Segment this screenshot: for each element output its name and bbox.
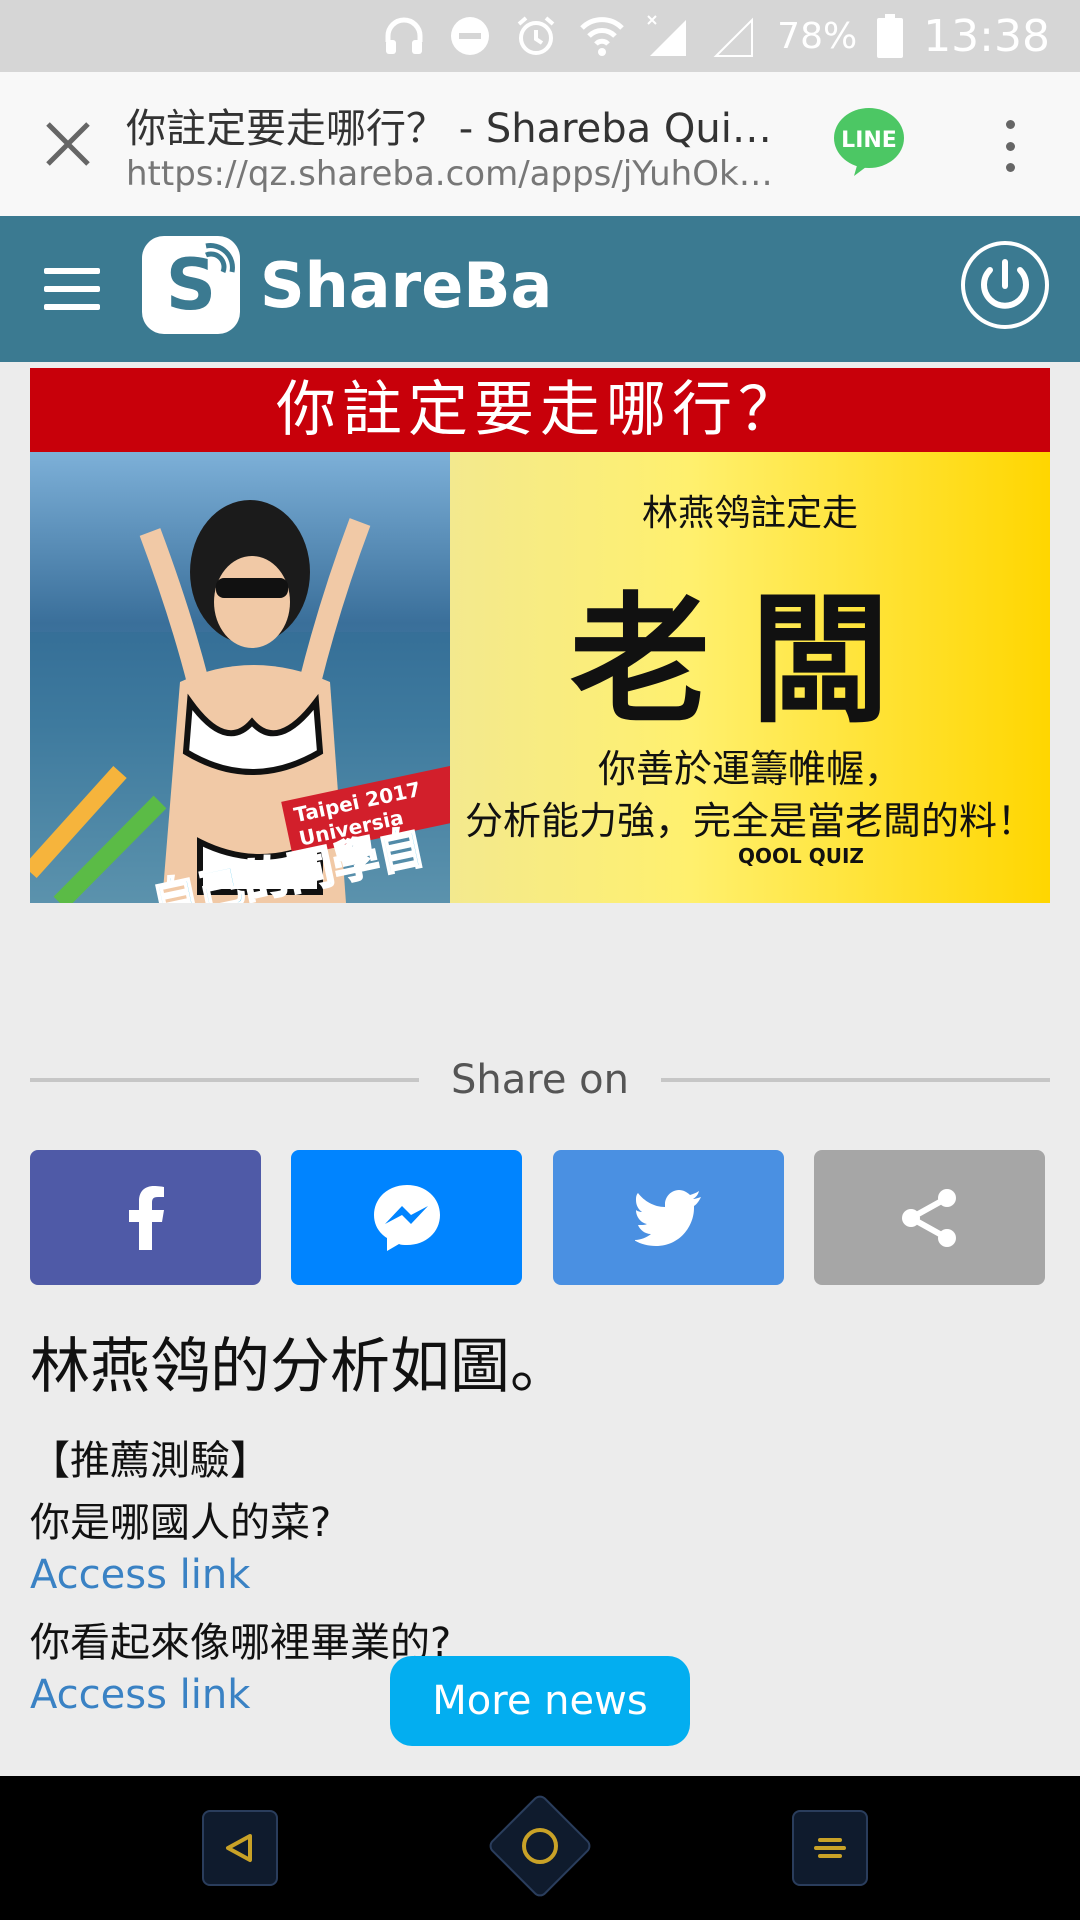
battery-icon — [877, 13, 904, 59]
status-bar: 78% 13:38 — [0, 0, 1080, 72]
recommended-quiz-1-title: 你是哪國人的菜? — [30, 1500, 332, 1546]
recommended-quiz-2-title: 你看起來像哪裡畢業的? — [30, 1620, 452, 1666]
recommended-heading: 【推薦測驗】 — [30, 1438, 270, 1484]
beach-photo: Taipei 2017 Universia 自己的同學自己拉 — [30, 452, 470, 903]
result-description-line2: 分析能力強，完全是當老闆的料！ — [464, 799, 1035, 843]
power-icon[interactable] — [960, 240, 1050, 334]
facebook-share-button[interactable] — [30, 1150, 261, 1285]
shareba-logo[interactable]: S ShareBa — [142, 236, 552, 334]
quiz-brand: QOOL QUIZ — [738, 844, 864, 868]
more-news-button[interactable]: More news — [390, 1656, 690, 1746]
result-panel: 林燕鸰註定走 老闆 你善於運籌帷幄， 分析能力強，完全是當老闆的料！ QOOL … — [450, 452, 1050, 903]
more-options-icon[interactable] — [990, 116, 1030, 176]
facebook-icon — [128, 1185, 164, 1250]
result-title: 老闆 — [569, 579, 930, 743]
quiz-result-image: 你註定要走哪行？ Taipei 2017 Universia 自己的同學自己拉 … — [30, 368, 1050, 903]
result-banner: 你註定要走哪行？ — [30, 368, 1050, 452]
back-icon[interactable] — [202, 1810, 278, 1886]
alarm-icon — [513, 13, 559, 59]
battery-percent: 78% — [777, 15, 858, 57]
messenger-share-button[interactable] — [291, 1150, 523, 1285]
generic-share-button[interactable] — [813, 1150, 1045, 1285]
recommended-quiz-2-link[interactable]: Access link — [30, 1672, 250, 1718]
line-label: LINE — [841, 128, 897, 153]
cellular-signal-icon — [645, 13, 691, 59]
logo-badge: S — [142, 236, 240, 334]
share-icon — [902, 1188, 957, 1247]
recommended-quiz-1-link[interactable]: Access link — [30, 1552, 250, 1598]
share-heading-label: Share on — [451, 1057, 629, 1103]
recent-apps-icon[interactable] — [792, 1810, 868, 1886]
page-title: 你註定要走哪行？ - Shareba Quiz... — [126, 106, 776, 152]
wifi-icon — [579, 13, 625, 59]
result-subtitle: 林燕鸰註定走 — [641, 493, 858, 534]
line-share-button[interactable]: LINE — [832, 106, 906, 178]
twitter-share-button[interactable] — [552, 1150, 784, 1285]
logo-text: ShareBa — [260, 248, 553, 322]
result-description-line1: 你善於運籌帷幄， — [597, 747, 902, 791]
share-heading: Share on — [30, 1050, 1050, 1110]
system-navigation-bar — [0, 1776, 1080, 1920]
divider — [660, 1078, 1050, 1082]
cellular-signal-empty-icon — [711, 13, 757, 59]
do-not-disturb-icon — [447, 13, 493, 59]
share-buttons — [30, 1150, 1045, 1285]
browser-toolbar: 你註定要走哪行？ - Shareba Quiz... https://qz.sh… — [0, 72, 1080, 216]
divider — [30, 1078, 420, 1082]
site-header: S ShareBa — [0, 216, 1080, 362]
messenger-icon — [373, 1184, 440, 1251]
analysis-text: 林燕鸰的分析如圖。 — [30, 1332, 570, 1402]
page-url[interactable]: https://qz.shareba.com/apps/jYuhOkP... — [126, 154, 776, 194]
close-icon[interactable] — [38, 114, 98, 174]
clock: 13:38 — [923, 10, 1050, 62]
home-icon[interactable] — [486, 1792, 594, 1900]
twitter-icon — [635, 1189, 702, 1246]
headphones-icon — [381, 13, 427, 59]
menu-icon[interactable] — [44, 268, 100, 310]
